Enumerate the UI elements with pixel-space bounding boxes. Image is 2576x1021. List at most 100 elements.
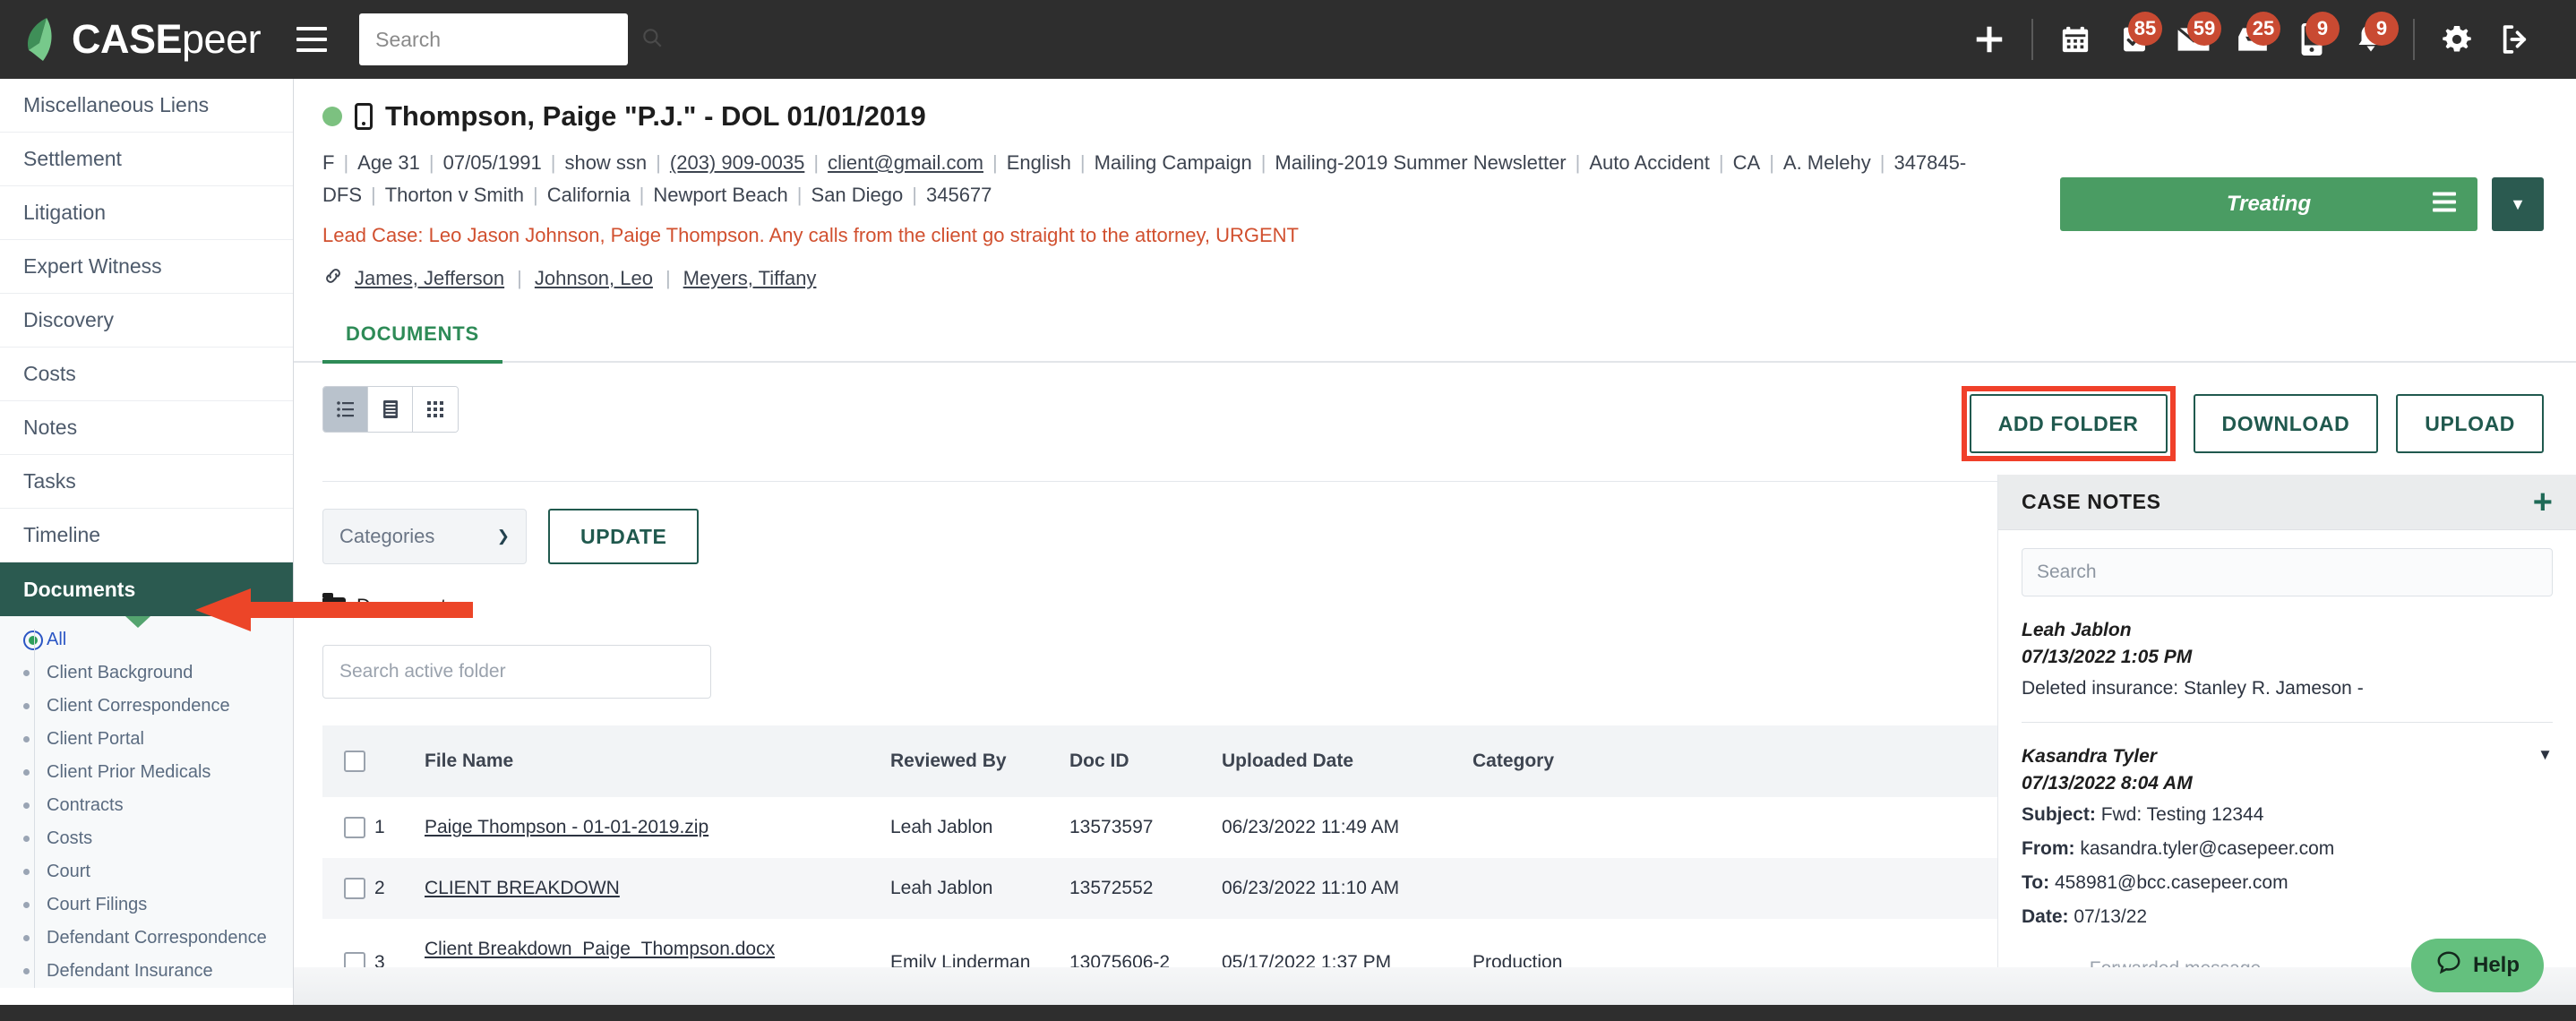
case-notes-search-input[interactable] [2037,562,2537,583]
sidebar-item-expert-witness[interactable]: Expert Witness [0,240,293,294]
sidebar-item-label: Timeline [23,523,101,546]
mobile-icon[interactable]: 9 [2282,10,2341,69]
left-sidebar: Miscellaneous Liens Settlement Litigation E… [0,79,294,1021]
update-button[interactable]: UPDATE [548,509,700,564]
calendar-icon[interactable] [2046,10,2105,69]
status-menu-icon[interactable] [2433,192,2456,217]
grid-view-icon[interactable] [413,387,458,432]
tab-documents[interactable]: DOCUMENTS [322,322,502,364]
download-button[interactable]: DOWNLOAD [2193,394,2379,453]
case-status-button[interactable]: Treating [2060,177,2477,231]
search-input[interactable] [375,27,641,52]
sidebar-category-contracts[interactable]: Contracts [0,789,293,822]
note-to-line: To: 458981@bcc.casepeer.com [2022,870,2553,897]
column-uploaded-date[interactable]: Uploaded Date [1222,725,1473,797]
bullet-icon [23,703,47,709]
bell-icon[interactable]: 9 [2341,10,2400,69]
note-date: 07/13/2022 1:05 PM [2022,647,2193,667]
associated-case-link[interactable]: Johnson, Leo [535,267,653,289]
sidebar-item-notes[interactable]: Notes [0,401,293,455]
column-category[interactable]: Category [1473,725,1831,797]
status-dropdown-button[interactable]: ▼ [2492,177,2544,231]
note-expand-icon[interactable]: ▼ [2537,746,2553,764]
case-meta-item: English [1006,151,1071,174]
sidebar-item-miscellaneous-liens[interactable]: Miscellaneous Liens [0,79,293,133]
sidebar-category-label: Client Prior Medicals [47,762,211,782]
sidebar-item-settlement[interactable]: Settlement [0,133,293,186]
column-index [374,725,425,797]
bullet-icon [23,836,47,842]
sidebar-category-defendant-insurance[interactable]: Defendant Insurance [0,955,293,988]
mobile-badge: 9 [2306,12,2340,46]
case-meta-item: San Diego [811,184,904,206]
case-meta-item: Thorton v Smith [384,184,524,206]
case-meta-item: Auto Accident [1589,151,1710,174]
sidebar-category-court-filings[interactable]: Court Filings [0,888,293,922]
column-reviewed-by[interactable]: Reviewed By [890,725,1069,797]
brand-logo[interactable]: CASEpeer [0,16,262,63]
associate-separator: | [517,267,522,289]
sidebar-category-court[interactable]: Court [0,855,293,888]
search-icon[interactable] [640,26,664,54]
row-file-name-cell: CLIENT BREAKDOWN [425,858,890,919]
row-checkbox[interactable] [344,878,365,899]
folder-search-field[interactable] [322,645,711,699]
bullet-icon [23,670,47,676]
sidebar-item-tasks[interactable]: Tasks [0,455,293,509]
add-folder-button[interactable]: ADD FOLDER [1969,394,2168,453]
file-name-link[interactable]: Paige Thompson - 01-01-2019.zip [425,817,708,837]
column-doc-id[interactable]: Doc ID [1069,725,1222,797]
inbox-icon[interactable]: 25 [2223,10,2282,69]
sidebar-item-litigation[interactable]: Litigation [0,186,293,240]
case-meta-item: Age 31 [357,151,420,174]
mobile-phone-icon [355,103,373,130]
sidebar-category-client-portal[interactable]: Client Portal [0,723,293,756]
associated-case-link[interactable]: Meyers, Tiffany [683,267,817,289]
sidebar-category-label: All [47,630,67,649]
file-name-link[interactable]: Client Breakdown_Paige_Thompson.docx [425,939,775,959]
case-notes-search[interactable] [2022,548,2553,596]
file-name-link[interactable]: CLIENT BREAKDOWN [425,878,620,898]
sidebar-category-costs[interactable]: Costs [0,822,293,855]
sidebar-category-defendant-correspondence[interactable]: Defendant Correspondence [0,922,293,955]
add-case-note-icon[interactable]: + [2533,485,2553,519]
global-search[interactable] [359,13,662,65]
upload-button[interactable]: UPLOAD [2396,394,2544,453]
sidebar-category-client-background[interactable]: Client Background [0,656,293,690]
mail-icon[interactable]: 59 [2164,10,2223,69]
column-file-name[interactable]: File Name [425,725,890,797]
row-doc-id: 13572552 [1069,858,1222,919]
tasks-icon[interactable]: 85 [2105,10,2164,69]
meta-separator: | [1079,151,1086,174]
sidebar-item-label: Settlement [23,147,122,170]
note-author: Leah Jablon [2022,620,2132,640]
menu-toggle-button[interactable] [296,27,328,52]
sidebar-category-label: Client Correspondence [47,696,230,716]
case-meta-item: CA [1732,151,1761,174]
sidebar-item-costs[interactable]: Costs [0,347,293,401]
row-checkbox[interactable] [344,817,365,838]
meta-separator: | [992,151,998,174]
sidebar-item-label: Costs [23,362,76,385]
sidebar-item-timeline[interactable]: Timeline [0,509,293,562]
folder-search-input[interactable] [339,661,694,682]
associated-case-link[interactable]: James, Jefferson [355,267,504,289]
sidebar-category-client-correspondence[interactable]: Client Correspondence [0,690,293,723]
add-icon[interactable] [1960,10,2019,69]
select-all-checkbox[interactable] [344,751,365,772]
associate-separator: | [665,267,671,289]
help-button[interactable]: Help [2411,939,2544,992]
case-meta-item: Mailing-2019 Summer Newsletter [1275,151,1567,174]
sidebar-item-discovery[interactable]: Discovery [0,294,293,347]
sidebar-category-client-prior-medicals[interactable]: Client Prior Medicals [0,756,293,789]
sidebar-item-label: Notes [23,416,78,439]
meta-separator: | [1718,151,1724,174]
gear-icon[interactable] [2427,10,2486,69]
categories-select[interactable]: Categories ❯ [322,509,527,564]
case-meta-item[interactable]: (203) 909-0035 [670,151,804,174]
detail-view-icon[interactable] [368,387,413,432]
list-view-icon[interactable] [323,387,368,432]
logout-icon[interactable] [2486,10,2546,69]
case-meta-item[interactable]: client@gmail.com [828,151,983,174]
top-navigation-bar: CASEpeer Search 85 59 25 9 9 [0,0,2576,79]
